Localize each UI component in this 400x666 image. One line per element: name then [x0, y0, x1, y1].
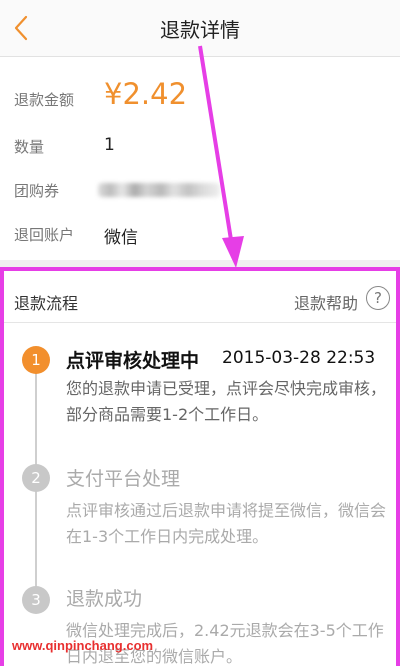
process-header: 退款流程 退款帮助 ?: [4, 270, 396, 323]
quantity-value: 1: [104, 135, 115, 155]
amount-label: 退款金额: [14, 91, 75, 109]
process-title: 退款流程: [14, 294, 79, 313]
step-3-title: 退款成功: [66, 588, 143, 610]
page-title: 退款详情: [160, 18, 240, 42]
step-1-title: 点评审核处理中: [66, 350, 200, 372]
amount-value: ¥2.42: [104, 77, 188, 111]
question-mark-icon: ?: [366, 286, 390, 310]
step-2-description: 点评审核通过后退款申请将提至微信，微信会在1-3个工作日内完成处理。: [66, 501, 387, 546]
account-row: 退回账户 微信: [0, 221, 400, 251]
account-value: 微信: [104, 228, 138, 248]
refund-help-label: 退款帮助: [293, 294, 358, 313]
refund-process-section: 退款流程 退款帮助 ? 1 点评审核处理中 2015-03-28 22:53 您…: [4, 270, 396, 666]
coupon-code-blurred: [98, 183, 220, 197]
quantity-row: 数量 1: [0, 133, 400, 163]
step-2-circle: 2: [22, 464, 50, 492]
watermark-text: www.qinpinchang.com: [12, 638, 154, 653]
step-1-description: 您的退款申请已受理，点评会尽快完成审核，部分商品需要1-2个工作日。: [66, 379, 387, 424]
account-label: 退回账户: [14, 226, 75, 244]
step-1-time: 2015-03-28 22:53: [222, 348, 376, 368]
step-1-circle: 1: [22, 346, 50, 374]
navigation-bar: 退款详情: [0, 0, 400, 57]
amount-row: 退款金额 ¥2.42: [0, 77, 400, 111]
step-2-title: 支付平台处理: [66, 468, 181, 490]
coupon-row: 团购券: [0, 177, 400, 207]
quantity-label: 数量: [14, 138, 45, 156]
refund-info-section: 退款金额 ¥2.42 数量 1 团购券 退回账户 微信: [0, 57, 400, 260]
coupon-label: 团购券: [14, 182, 60, 200]
step-3-circle: 3: [22, 586, 50, 614]
